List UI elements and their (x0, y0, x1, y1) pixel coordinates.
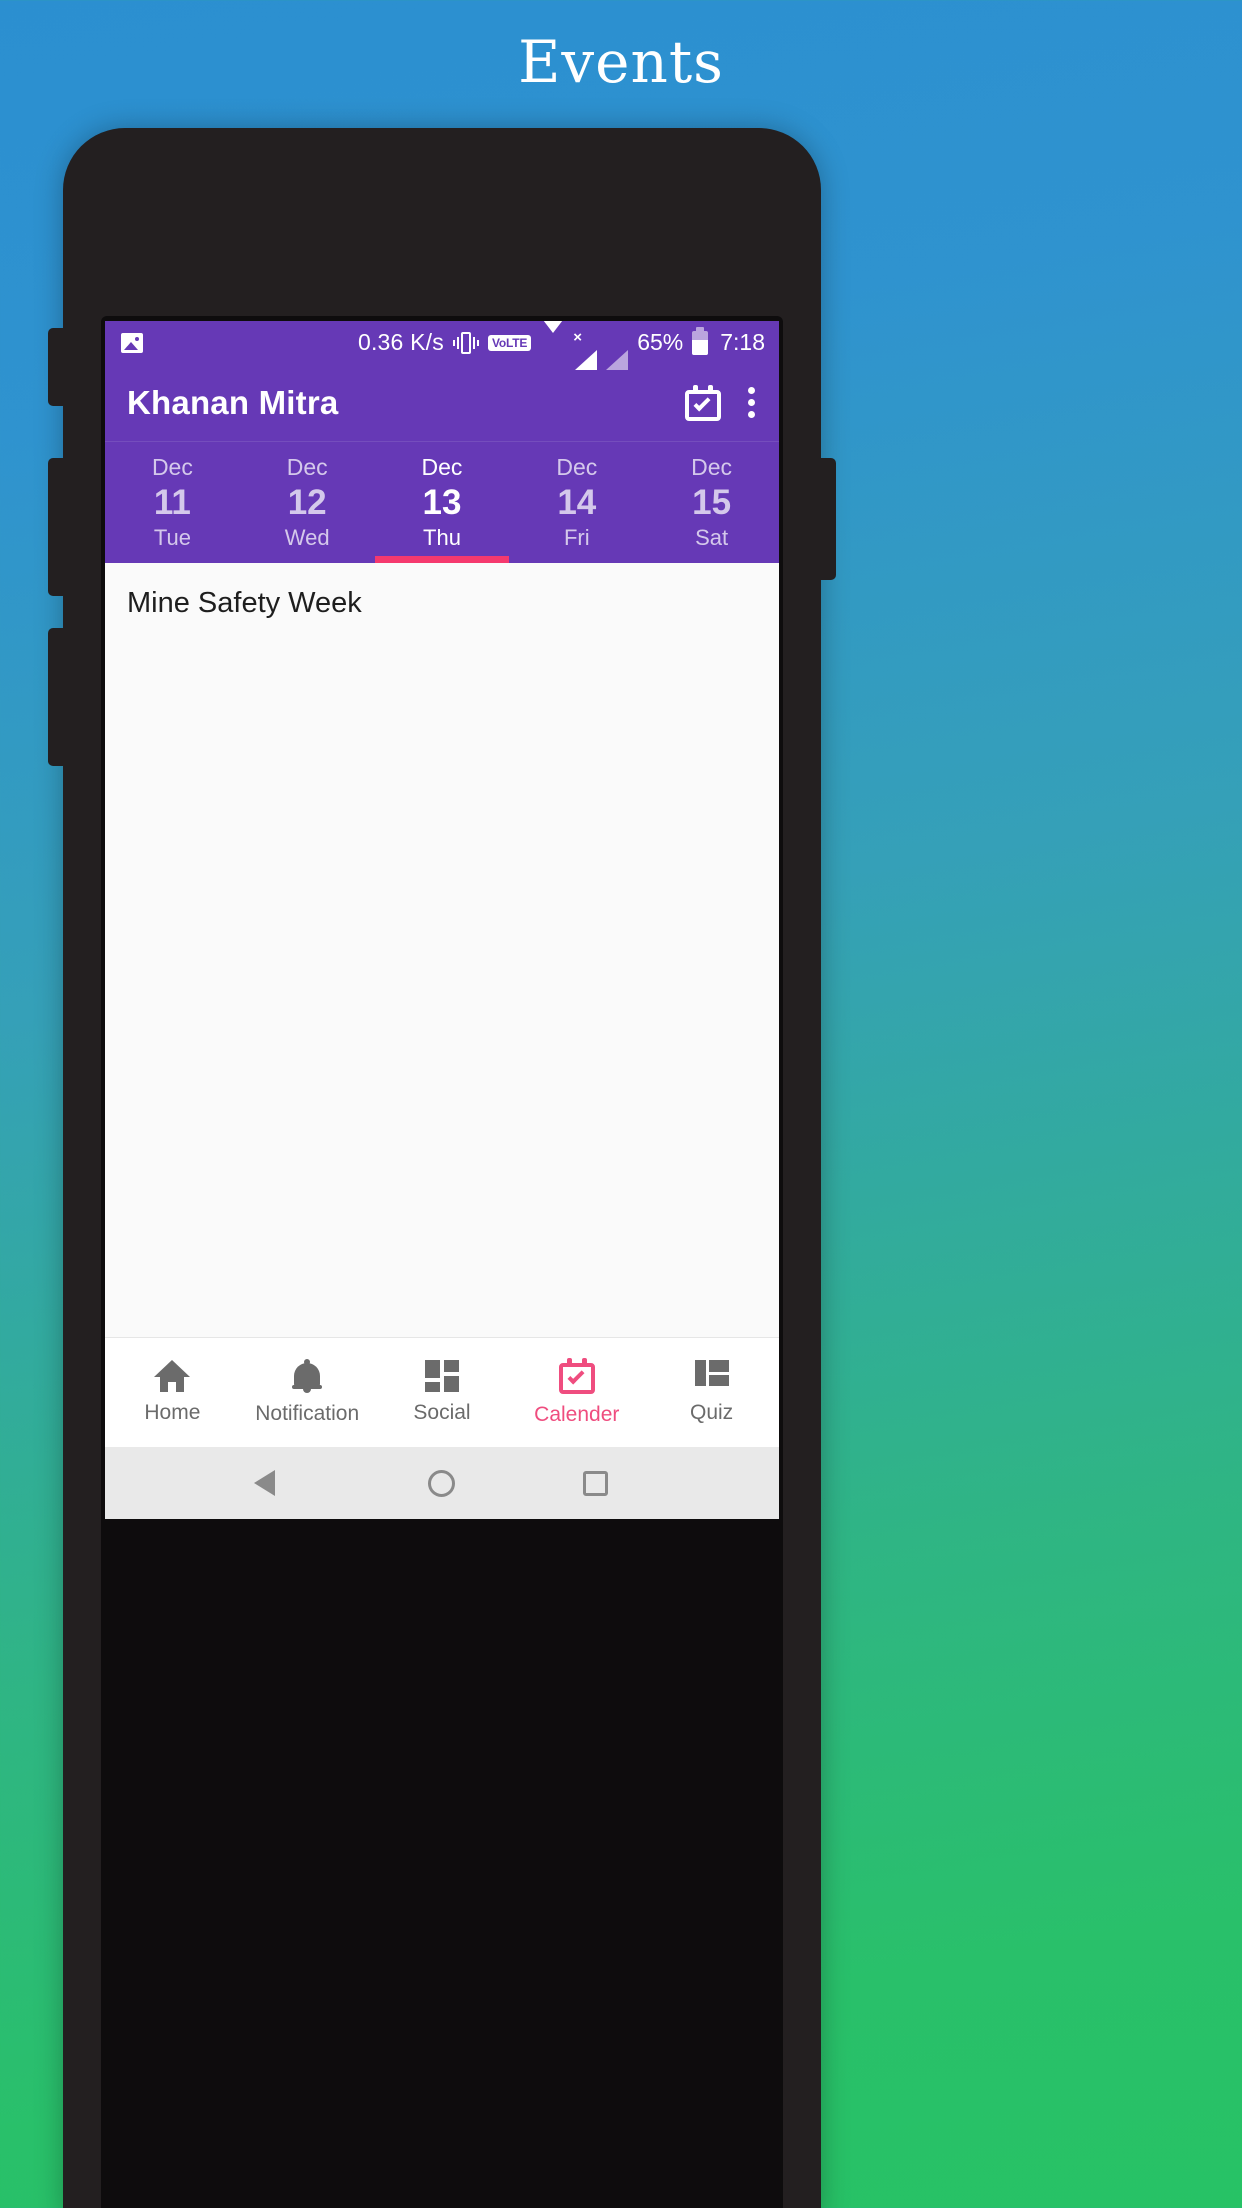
date-month: Dec (151, 453, 193, 480)
date-day: 12 (287, 482, 327, 522)
calendar-check-icon[interactable] (685, 384, 721, 421)
home-icon (154, 1360, 191, 1392)
phone-side-button-2 (48, 458, 66, 596)
nav-label: Social (413, 1401, 471, 1424)
status-bar: 0.36 K/s VoLTE × 65% 7:18 (105, 321, 779, 370)
date-weekday: Fri (563, 525, 590, 551)
date-selection-indicator (644, 556, 779, 563)
app-screen: 0.36 K/s VoLTE × 65% 7:18 Khanan Mitra D… (105, 321, 779, 1519)
date-day: 11 (153, 482, 191, 522)
phone-side-button-4 (818, 458, 836, 580)
date-month: Dec (556, 453, 598, 480)
date-month: Dec (691, 453, 733, 480)
recents-square-icon[interactable] (583, 1470, 608, 1496)
wifi-icon (540, 321, 567, 353)
date-selection-indicator (240, 556, 375, 563)
nav-item-notification[interactable]: Notification (240, 1358, 375, 1426)
nav-label: Quiz (689, 1401, 734, 1424)
vibrate-icon (452, 331, 479, 354)
overflow-menu-icon[interactable] (747, 387, 755, 418)
nav-label: Notification (255, 1401, 360, 1425)
nav-label: Calender (534, 1403, 620, 1426)
network-speed-text: 0.36 K/s (357, 329, 444, 355)
nav-item-quiz[interactable]: Quiz (644, 1360, 779, 1425)
date-selection-indicator (374, 556, 510, 563)
dashboard-grid-icon (424, 1360, 459, 1392)
nav-item-social[interactable]: Social (375, 1360, 510, 1425)
date-weekday: Thu (423, 525, 461, 551)
android-navigation-bar (105, 1447, 779, 1519)
back-triangle-icon[interactable] (254, 1468, 300, 1498)
nav-item-calender[interactable]: Calender (509, 1358, 644, 1427)
bell-icon (292, 1358, 323, 1393)
clock-text: 7:18 (720, 329, 765, 355)
battery-icon (692, 326, 709, 355)
date-weekday: Tue (153, 525, 191, 551)
date-weekday: Sat (695, 525, 729, 551)
date-day: 14 (557, 482, 597, 522)
event-list-item[interactable]: Mine Safety Week (127, 587, 779, 620)
calendar-check-icon (558, 1358, 595, 1394)
nav-item-home[interactable]: Home (105, 1360, 240, 1425)
app-title: Khanan Mitra (127, 383, 339, 421)
date-month: Dec (421, 453, 463, 480)
date-item-0[interactable]: Dec 11 Tue (105, 442, 240, 563)
date-day: 13 (422, 482, 462, 522)
page-title: Events (518, 28, 724, 96)
date-day: 15 (692, 482, 732, 522)
app-bar: Khanan Mitra (105, 364, 779, 441)
date-item-1[interactable]: Dec 12 Wed (240, 442, 375, 563)
photo-icon (121, 332, 143, 353)
date-item-4[interactable]: Dec 15 Sat (644, 442, 779, 563)
phone-side-button-3 (48, 628, 66, 766)
phone-mockup: 0.36 K/s VoLTE × 65% 7:18 Khanan Mitra D… (48, 128, 836, 2208)
date-strip: Dec 11 Tue Dec 12 Wed Dec 13 Thu Dec 14 … (105, 441, 779, 563)
date-selection-indicator (509, 556, 644, 563)
battery-percent-text: 65% (637, 329, 684, 355)
signal-no-sim-icon: × (573, 330, 598, 370)
date-weekday: Wed (284, 525, 330, 551)
date-item-3[interactable]: Dec 14 Fri (509, 442, 644, 563)
layout-grid-icon (694, 1360, 729, 1392)
phone-side-button-1 (48, 328, 66, 406)
nav-label: Home (144, 1401, 201, 1424)
date-item-2[interactable]: Dec 13 Thu (374, 442, 510, 563)
event-list: Mine Safety Week (105, 563, 779, 1337)
home-circle-icon[interactable] (428, 1469, 455, 1497)
signal-icon (606, 332, 629, 370)
date-month: Dec (286, 453, 328, 480)
bottom-navigation: Home Notification Social Calender Quiz (105, 1337, 779, 1447)
volte-icon: VoLTE (487, 334, 532, 351)
date-selection-indicator (105, 556, 240, 563)
